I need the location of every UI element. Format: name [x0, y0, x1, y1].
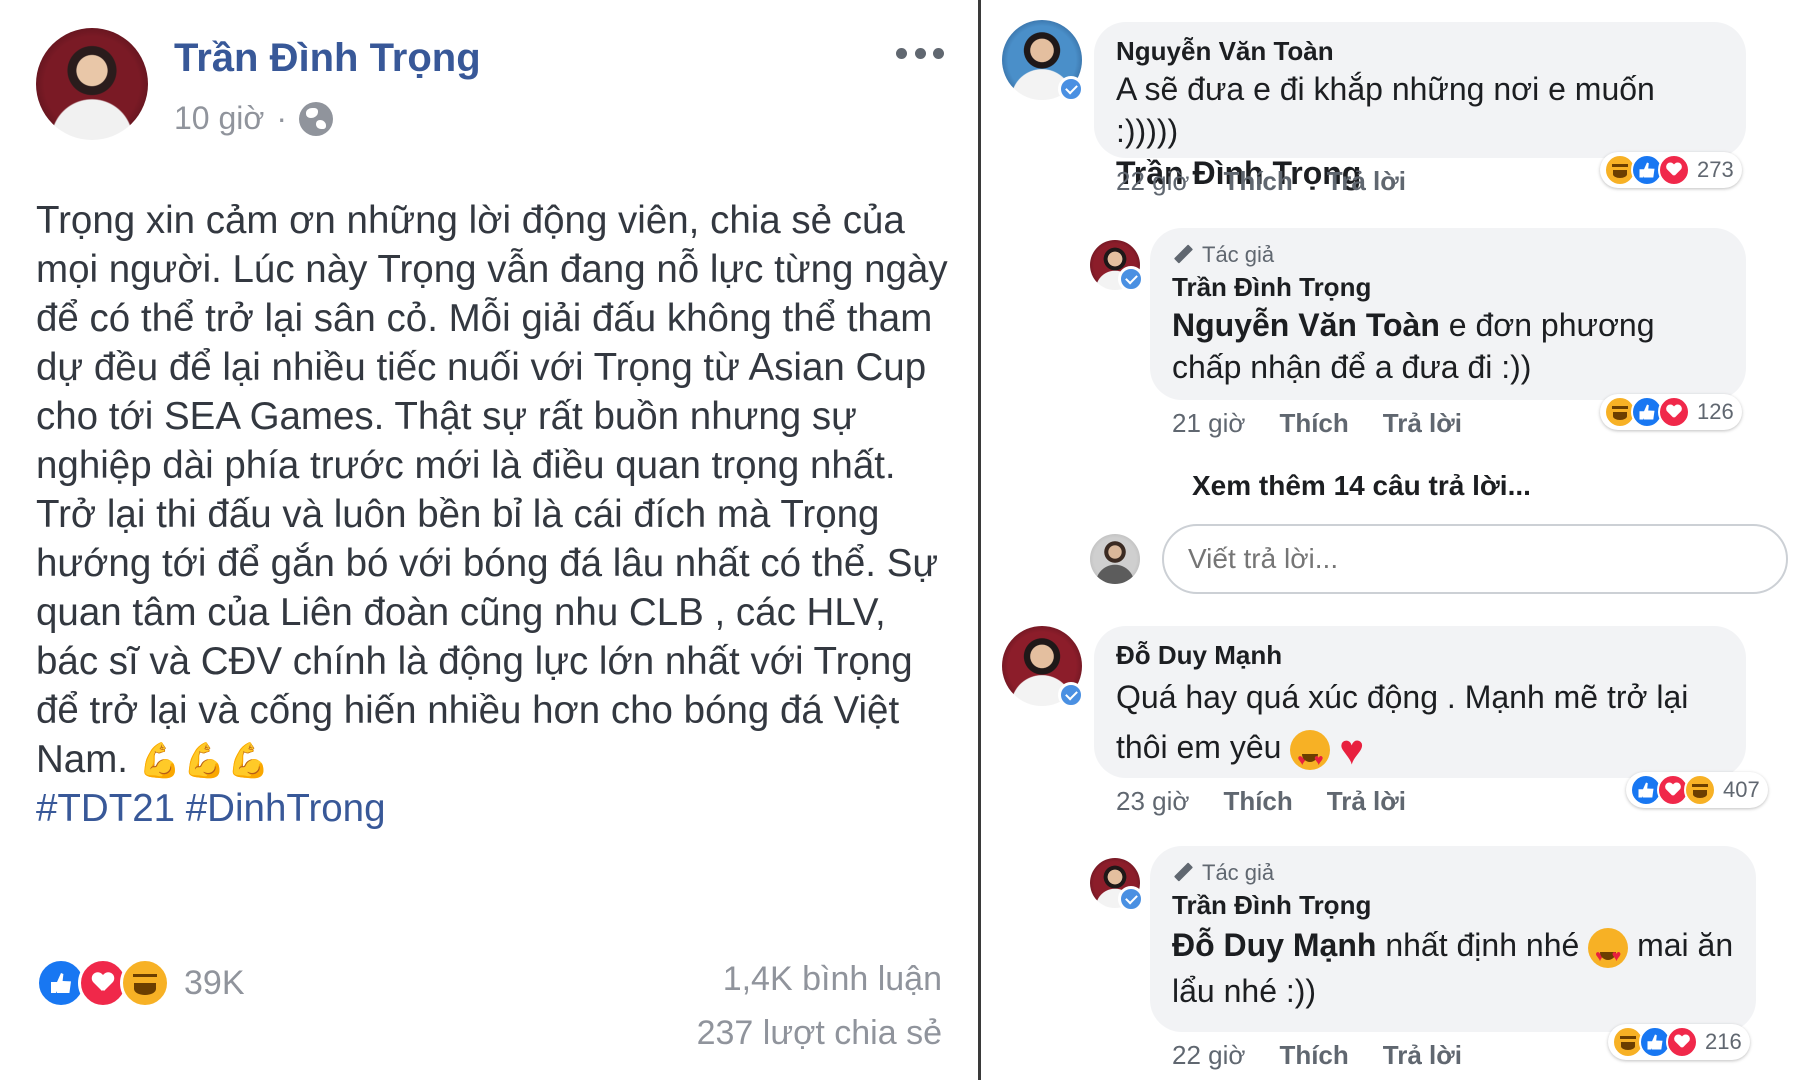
post-time[interactable]: 10 giờ	[174, 100, 264, 137]
comment-body: A sẽ đưa e đi khắp những nơi e muốn :)))…	[1116, 71, 1655, 149]
pencil-icon	[1172, 862, 1194, 884]
post-reaction-count[interactable]: 39K	[184, 964, 245, 1003]
post-reaction-summary[interactable]: 39K	[36, 958, 245, 1008]
comment-text: Quá hay quá xúc động . Mạnh mẽ trở lại t…	[1116, 672, 1724, 786]
comment-actions: 23 giờ Thích Trả lời	[1116, 786, 1406, 817]
author-tag: Tác giả	[1172, 858, 1734, 888]
comment-count-label[interactable]: 1,4K bình luận	[542, 960, 942, 999]
reply-author[interactable]: Trần Đình Trọng	[1172, 888, 1734, 922]
reply-button[interactable]: Trả lời	[1383, 408, 1462, 439]
meta-separator: ·	[276, 100, 288, 136]
love-icon	[1666, 1026, 1698, 1058]
facebook-post: Trần Đình Trọng 10 giờ · Trọng xin cảm ơ…	[0, 0, 978, 1080]
comment-reaction-count: 407	[1723, 777, 1760, 802]
author-tag: Tác giả	[1172, 240, 1724, 270]
reply-input[interactable]	[1162, 524, 1788, 594]
reply-time[interactable]: 22 giờ	[1172, 1040, 1245, 1071]
heart-eyes-emoji-icon	[1290, 729, 1331, 786]
see-more-replies-link[interactable]: Xem thêm 14 câu trả lời...	[1192, 470, 1531, 502]
verified-badge-icon	[1058, 76, 1084, 102]
comment-bubble: Nguyễn Văn Toàn A sẽ đưa e đi khắp những…	[1094, 22, 1746, 191]
reply-button[interactable]: Trả lời	[1383, 1040, 1462, 1071]
reply-reactions[interactable]: 216	[1608, 1024, 1750, 1060]
love-icon	[1658, 396, 1690, 428]
post-hashtags[interactable]: #TDT21 #DinhTrong	[36, 784, 386, 833]
reply-reactions[interactable]: 126	[1600, 394, 1742, 430]
globe-icon[interactable]	[299, 101, 334, 136]
comment-reaction-count: 273	[1697, 157, 1734, 182]
current-user-avatar	[1090, 534, 1140, 584]
like-button[interactable]: Thích	[1223, 166, 1292, 197]
post-author-avatar[interactable]	[36, 28, 148, 140]
comment-body: Quá hay quá xúc động . Mạnh mẽ trở lại t…	[1116, 679, 1689, 765]
reply-actions: 21 giờ Thích Trả lời	[1172, 408, 1462, 439]
comment-reactions[interactable]: 273	[1600, 152, 1742, 188]
flexed-biceps-emoji: 💪💪💪	[138, 742, 272, 780]
post-body: Trọng xin cảm ơn những lời động viên, ch…	[36, 196, 956, 786]
pencil-icon	[1172, 244, 1194, 266]
like-button[interactable]: Thích	[1279, 408, 1348, 439]
comment-actions: 22 giờ Thích Trả lời	[1116, 166, 1406, 197]
reply-text: Nguyễn Văn Toàn e đơn phương chấp nhận đ…	[1172, 304, 1724, 388]
red-heart-emoji-icon: ♥	[1339, 725, 1365, 773]
reply-text: Đỗ Duy Mạnh nhất định nhé mai ăn lẩu nhé…	[1172, 922, 1734, 1014]
verified-badge-icon	[1058, 682, 1084, 708]
reply-button[interactable]: Trả lời	[1327, 166, 1406, 197]
reply-bubble: Tác giả Trần Đình Trọng Nguyễn Văn Toàn …	[1150, 228, 1746, 400]
author-tag-label: Tác giả	[1202, 860, 1275, 885]
post-meta: 10 giờ ·	[174, 100, 334, 137]
post-share-count[interactable]: 237 lượt chia sẻ	[542, 1014, 942, 1053]
comment-bubble: Đỗ Duy Mạnh Quá hay quá xúc động . Mạnh …	[1094, 626, 1746, 786]
reply-time[interactable]: 21 giờ	[1172, 408, 1245, 439]
comment-author[interactable]: Nguyễn Văn Toàn	[1116, 34, 1724, 68]
post-comment-count[interactable]: 1,4K bình luận	[542, 960, 942, 1011]
post-author-name[interactable]: Trần Đình Trọng	[174, 36, 481, 81]
like-button[interactable]: Thích	[1279, 1040, 1348, 1071]
post-text: Trọng xin cảm ơn những lời động viên, ch…	[36, 199, 948, 781]
reply-reaction-count: 126	[1697, 399, 1734, 424]
heart-eyes-emoji-icon	[1588, 927, 1629, 980]
comment-time[interactable]: 22 giờ	[1116, 166, 1189, 197]
more-options-icon[interactable]	[896, 48, 944, 60]
like-button[interactable]: Thích	[1223, 786, 1292, 817]
haha-icon	[120, 958, 170, 1008]
reply-mention[interactable]: Đỗ Duy Mạnh	[1172, 927, 1376, 963]
haha-icon	[1684, 774, 1716, 806]
reply-bubble: Tác giả Trần Đình Trọng Đỗ Duy Mạnh nhất…	[1150, 846, 1756, 1032]
love-icon	[1658, 154, 1690, 186]
reply-author[interactable]: Trần Đình Trọng	[1172, 270, 1724, 304]
reply-button[interactable]: Trả lời	[1327, 786, 1406, 817]
reply-reaction-count: 216	[1705, 1029, 1742, 1054]
reply-body: nhất định nhé	[1376, 927, 1589, 963]
verified-badge-icon	[1118, 886, 1144, 912]
reply-actions: 22 giờ Thích Trả lời	[1172, 1040, 1462, 1071]
verified-badge-icon	[1118, 266, 1144, 292]
comment-time[interactable]: 23 giờ	[1116, 786, 1189, 817]
comment-reactions[interactable]: 407	[1626, 772, 1768, 808]
comment-author[interactable]: Đỗ Duy Mạnh	[1116, 638, 1724, 672]
author-tag-label: Tác giả	[1202, 242, 1275, 267]
reply-mention[interactable]: Nguyễn Văn Toàn	[1172, 307, 1440, 343]
panel-divider	[978, 0, 981, 1080]
